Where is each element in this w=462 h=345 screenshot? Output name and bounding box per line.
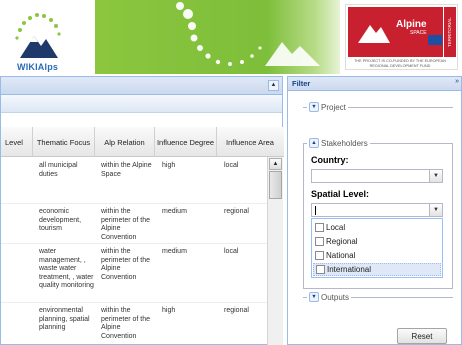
expand-icon[interactable]: ▼ xyxy=(309,292,319,302)
spatial-level-dropdown: Local Regional National International xyxy=(311,218,443,278)
scrollbar-thumb[interactable] xyxy=(269,171,282,199)
fieldset-outputs-legend[interactable]: ▼ Outputs xyxy=(307,292,352,302)
chevron-down-icon[interactable]: ▼ xyxy=(429,203,443,217)
checkbox[interactable] xyxy=(315,251,324,260)
col-header-influence-area[interactable]: Influence Area xyxy=(217,127,283,157)
fieldset-project-legend[interactable]: ▼ Project xyxy=(307,102,348,112)
scroll-up-icon[interactable]: ▲ xyxy=(269,158,282,170)
cell-degree: medium xyxy=(162,248,187,255)
grid-toolbar xyxy=(1,95,282,113)
filter-panel: Filter » ▼ Project ▲ Stakeholders Countr… xyxy=(287,76,462,345)
table-row[interactable]: environmental planning, spatial planning… xyxy=(1,303,267,345)
option-local[interactable]: Local xyxy=(313,221,441,234)
cooperation-strip: TERRITORIAL COOPERATION xyxy=(444,7,462,57)
checkbox[interactable] xyxy=(315,223,324,232)
table-row[interactable]: water management, , waste water treatmen… xyxy=(1,244,267,303)
table-row[interactable]: economic development, tourism within the… xyxy=(1,204,267,244)
cell-area: regional xyxy=(224,208,249,215)
checkbox[interactable] xyxy=(315,237,324,246)
cell-thematic: environmental planning, spatial planning xyxy=(39,307,90,331)
collapse-up-icon[interactable]: ▲ xyxy=(268,80,279,91)
cell-alp-relation: within the perimeter of the Alpine Conve… xyxy=(101,248,151,281)
mountain-icon xyxy=(358,25,390,43)
cell-degree: medium xyxy=(162,208,187,215)
col-header-alp-relation[interactable]: Alp Relation xyxy=(95,127,155,157)
option-label: Local xyxy=(326,223,346,232)
funded-text: THE PROJECT IS CO-FUNDED BY THE EUROPEAN… xyxy=(354,59,446,68)
table-row[interactable]: all municipal duties within the Alpine S… xyxy=(1,157,267,204)
reset-button[interactable]: Reset xyxy=(397,328,447,344)
col-header-influence-degree[interactable]: Influence Degree xyxy=(155,127,217,157)
expand-icon[interactable]: ▼ xyxy=(309,102,319,112)
fieldset-project: ▼ Project xyxy=(303,102,453,112)
grid-header: Level Thematic Focus Alp Relation Influe… xyxy=(1,127,284,157)
option-international[interactable]: International xyxy=(313,263,441,276)
text-caret xyxy=(315,206,316,215)
cell-area: local xyxy=(224,248,239,255)
cell-thematic: all municipal duties xyxy=(39,162,78,178)
eu-flag-icon xyxy=(428,35,442,45)
cell-area: local xyxy=(224,162,239,169)
fieldset-outputs: ▼ Outputs xyxy=(303,292,453,302)
fieldset-outputs-title: Outputs xyxy=(321,292,350,302)
cooperation-text: TERRITORIAL COOPERATION xyxy=(447,15,462,49)
vertical-scrollbar[interactable]: ▲ xyxy=(267,157,283,345)
header-banner: WIKIAlps Alpine SPACE TERRITORIAL COOPER… xyxy=(0,0,462,74)
alpine-logo-space: SPACE xyxy=(410,30,427,36)
filter-body: ▼ Project ▲ Stakeholders Country: ▼ Spat… xyxy=(288,91,461,344)
filter-panel-header: Filter » xyxy=(288,77,461,91)
cell-alp-relation: within the perimeter of the Alpine Conve… xyxy=(101,307,151,340)
cell-alp-relation: within the Alpine Space xyxy=(101,162,152,178)
option-label: International xyxy=(327,265,372,274)
cell-thematic: economic development, tourism xyxy=(39,208,82,232)
collapse-right-icon[interactable]: » xyxy=(455,78,459,85)
dots-arc-decoration xyxy=(176,2,320,66)
alpine-logo-word: Alpine xyxy=(396,19,427,30)
col-header-level[interactable]: Level xyxy=(1,127,33,157)
cell-thematic: water management, , waste water treatmen… xyxy=(39,248,94,289)
main-panel-header: ▲ xyxy=(1,77,282,95)
grid-body: all municipal duties within the Alpine S… xyxy=(1,157,267,345)
country-combo[interactable]: ▼ xyxy=(311,169,443,183)
col-header-thematic[interactable]: Thematic Focus xyxy=(33,127,95,157)
fieldset-project-title: Project xyxy=(321,102,346,112)
country-label: Country: xyxy=(311,155,349,165)
chevron-down-icon[interactable]: ▼ xyxy=(429,169,443,183)
option-regional[interactable]: Regional xyxy=(313,235,441,248)
option-label: National xyxy=(326,251,356,260)
checkbox[interactable] xyxy=(316,265,325,274)
spatial-level-combo[interactable]: ▼ xyxy=(311,203,443,217)
wikialps-logo-text: WIKIAlps xyxy=(17,62,59,72)
option-label: Regional xyxy=(326,237,358,246)
cell-degree: high xyxy=(162,162,176,169)
alpine-space-logo: Alpine SPACE TERRITORIAL COOPERATION THE… xyxy=(345,4,462,70)
filter-title: Filter xyxy=(292,79,311,88)
main-panel: ▲ Level Thematic Focus Alp Relation Infl… xyxy=(0,76,284,345)
wikialps-logo xyxy=(15,13,61,58)
cell-degree: high xyxy=(162,307,176,314)
cell-area: regional xyxy=(224,307,249,314)
alpine-space-badge: Alpine SPACE xyxy=(348,7,443,57)
spatial-level-label: Spatial Level: xyxy=(311,189,370,199)
cell-alp-relation: within the perimeter of the Alpine Conve… xyxy=(101,208,151,241)
option-national[interactable]: National xyxy=(313,249,441,262)
